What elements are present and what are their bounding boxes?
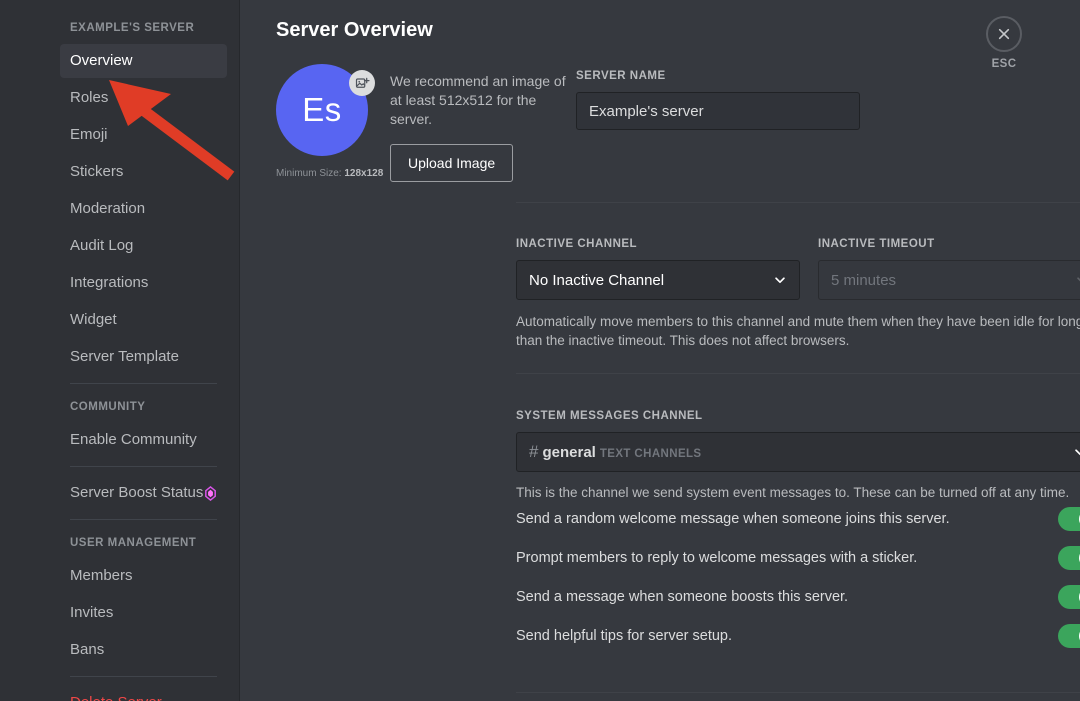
inactive-section: INACTIVE CHANNEL No Inactive Channel INA…	[516, 236, 1080, 350]
chevron-down-icon	[1075, 273, 1080, 287]
upload-column: We recommend an image of at least 512x51…	[390, 64, 578, 182]
min-size-prefix: Minimum Size:	[276, 168, 344, 179]
sidebar-item-roles[interactable]: Roles	[60, 81, 227, 115]
system-messages-section: SYSTEM MESSAGES CHANNEL # general TEXT C…	[516, 408, 1080, 502]
avatar-initials: Es	[302, 91, 342, 129]
hash-icon: #	[529, 443, 538, 460]
channel-group-label: TEXT CHANNELS	[600, 448, 702, 460]
sidebar-item-invites[interactable]: Invites	[60, 596, 227, 630]
min-size-value: 128x128	[344, 168, 383, 179]
sidebar-item-audit-log[interactable]: Audit Log	[60, 229, 227, 263]
sidebar-item-label: Members	[70, 567, 133, 584]
sidebar-item-overview[interactable]: Overview	[60, 44, 227, 78]
sidebar-item-label: Server Template	[70, 348, 179, 365]
inactive-fields-row: INACTIVE CHANNEL No Inactive Channel INA…	[516, 236, 1080, 300]
toggle-row-welcome-message: Send a random welcome message when someo…	[516, 500, 1080, 538]
settings-content: Server Overview Es	[240, 0, 1080, 701]
sidebar-divider	[70, 676, 217, 677]
channel-name: general	[542, 444, 595, 461]
chevron-down-icon	[773, 273, 787, 287]
sidebar-group-header-user-management: USER MANAGEMENT	[60, 529, 227, 559]
toggle-label: Send helpful tips for server setup.	[516, 627, 732, 646]
sidebar-item-moderation[interactable]: Moderation	[60, 192, 227, 226]
server-name-section: SERVER NAME	[576, 68, 860, 130]
sidebar-item-bans[interactable]: Bans	[60, 633, 227, 667]
sidebar-divider	[70, 519, 217, 520]
sidebar-item-integrations[interactable]: Integrations	[60, 266, 227, 300]
sidebar-item-label: Bans	[70, 641, 104, 658]
min-size-hint: Minimum Size: 128x128	[276, 167, 376, 180]
sidebar-group-header-community: COMMUNITY	[60, 393, 227, 423]
inactive-channel-field: INACTIVE CHANNEL No Inactive Channel	[516, 236, 800, 300]
boost-gem-icon	[203, 486, 218, 501]
sidebar-item-stickers[interactable]: Stickers	[60, 155, 227, 189]
system-messages-channel-select[interactable]: # general TEXT CHANNELS	[516, 432, 1080, 472]
page-title: Server Overview	[276, 18, 1080, 42]
system-message-toggles: Send a random welcome message when someo…	[516, 500, 1080, 655]
discord-server-settings-window: EXAMPLE'S SERVER Overview Roles Emoji St…	[0, 0, 1080, 701]
chevron-down-icon	[1073, 445, 1080, 459]
server-name-label: SERVER NAME	[576, 68, 860, 84]
settings-sidebar: EXAMPLE'S SERVER Overview Roles Emoji St…	[0, 0, 240, 701]
sidebar-item-label: Moderation	[70, 200, 145, 217]
sidebar-item-label: Roles	[70, 89, 108, 106]
close-settings-button[interactable]: ESC	[974, 16, 1034, 70]
inactive-channel-select[interactable]: No Inactive Channel	[516, 260, 800, 300]
sidebar-item-label: Emoji	[70, 126, 108, 143]
sidebar-group-header-server: EXAMPLE'S SERVER	[60, 14, 227, 44]
selected-channel: # general TEXT CHANNELS	[529, 443, 702, 461]
upload-image-button[interactable]: Upload Image	[390, 144, 513, 182]
sidebar-item-label: Enable Community	[70, 431, 197, 448]
toggle-welcome-message[interactable]	[1058, 507, 1080, 531]
toggle-row-boost-message: Send a message when someone boosts this …	[516, 578, 1080, 616]
server-name-input[interactable]	[576, 92, 860, 130]
inactive-channel-label: INACTIVE CHANNEL	[516, 236, 800, 252]
toggle-label: Send a random welcome message when someo…	[516, 510, 950, 529]
toggle-label: Prompt members to reply to welcome messa…	[516, 549, 917, 568]
sidebar-item-label: Widget	[70, 311, 117, 328]
image-add-icon[interactable]	[349, 70, 375, 96]
sidebar-scroll-area: EXAMPLE'S SERVER Overview Roles Emoji St…	[0, 14, 239, 701]
inactive-help-text: Automatically move members to this chann…	[516, 312, 1080, 350]
toggle-row-sticker-reply: Prompt members to reply to welcome messa…	[516, 539, 1080, 577]
inactive-timeout-field: INACTIVE TIMEOUT 5 minutes	[818, 236, 1080, 300]
toggle-label: Send a message when someone boosts this …	[516, 588, 848, 607]
system-messages-label: SYSTEM MESSAGES CHANNEL	[516, 408, 1080, 424]
sidebar-divider	[70, 466, 217, 467]
sidebar-item-label: Server Boost Status	[70, 483, 203, 503]
sidebar-item-delete-server[interactable]: Delete Server	[60, 686, 227, 701]
close-x-icon[interactable]	[986, 16, 1022, 52]
sidebar-divider	[70, 383, 217, 384]
sidebar-item-label: Overview	[70, 52, 133, 69]
toggle-row-helpful-tips: Send helpful tips for server setup.	[516, 617, 1080, 655]
sidebar-item-emoji[interactable]: Emoji	[60, 118, 227, 152]
sidebar-item-label: Invites	[70, 604, 113, 621]
sidebar-item-label: Integrations	[70, 274, 148, 291]
inactive-timeout-label: INACTIVE TIMEOUT	[818, 236, 1080, 252]
sidebar-item-label: Delete Server	[70, 694, 162, 701]
inactive-timeout-value: 5 minutes	[831, 272, 896, 289]
sidebar-item-label: Audit Log	[70, 237, 133, 254]
sidebar-item-members[interactable]: Members	[60, 559, 227, 593]
inactive-channel-value: No Inactive Channel	[529, 272, 664, 289]
section-divider	[516, 692, 1080, 693]
section-divider	[516, 202, 1080, 203]
toggle-boost-message[interactable]	[1058, 585, 1080, 609]
image-recommendation-text: We recommend an image of at least 512x51…	[390, 72, 578, 129]
sidebar-item-widget[interactable]: Widget	[60, 303, 227, 337]
sidebar-item-server-boost-status[interactable]: Server Boost Status	[60, 476, 227, 510]
section-divider	[516, 373, 1080, 374]
inactive-timeout-select[interactable]: 5 minutes	[818, 260, 1080, 300]
sidebar-item-enable-community[interactable]: Enable Community	[60, 423, 227, 457]
sidebar-item-label: Stickers	[70, 163, 123, 180]
esc-label: ESC	[974, 58, 1034, 70]
sidebar-item-server-template[interactable]: Server Template	[60, 340, 227, 374]
toggle-sticker-reply[interactable]	[1058, 546, 1080, 570]
server-icon-uploader[interactable]: Es Minimum Size: 128x128	[276, 64, 376, 180]
toggle-helpful-tips[interactable]	[1058, 624, 1080, 648]
